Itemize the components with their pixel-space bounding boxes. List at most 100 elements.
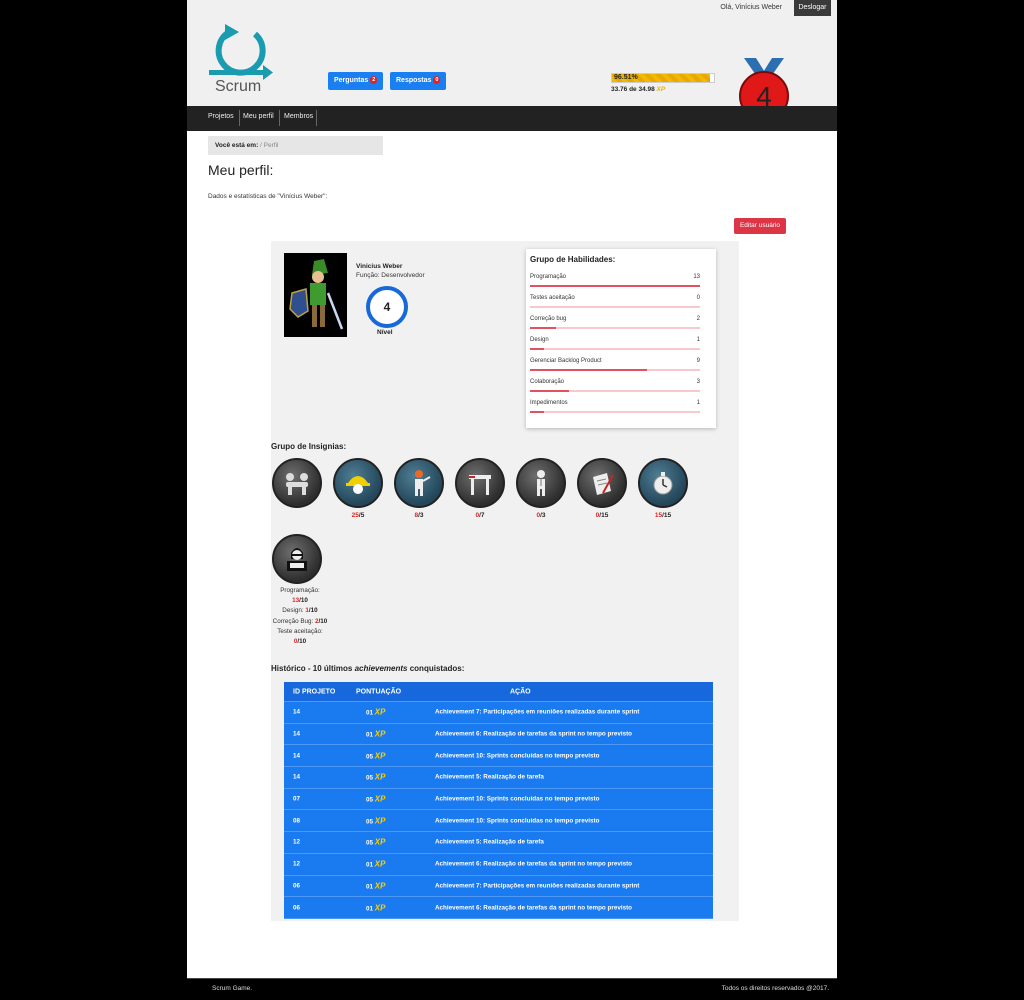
badge-count: 8/3 (414, 512, 424, 519)
xp-amount: 33.76 de 34.98 XP (611, 86, 666, 93)
table-row: 14 05 XP Achievement 5: Realização de tare… (284, 767, 713, 789)
skill-label: Correção bug (530, 316, 567, 322)
skill-value: 1 (696, 400, 700, 406)
skill-progress (530, 285, 700, 287)
nav-item-projetos[interactable]: Projetos (208, 113, 234, 120)
breadcrumb-current[interactable]: Perfil (264, 142, 279, 149)
hardhat-icon (346, 476, 370, 494)
xp-icon: XP (374, 707, 386, 717)
skills-title: Grupo de Habilidades: (530, 255, 616, 264)
xp-icon: XP (374, 881, 386, 891)
questions-button[interactable]: Perguntas 2 (328, 72, 384, 90)
badge-count: 0/7 (475, 512, 485, 519)
skill-label: Impedimentos (530, 400, 568, 406)
handshake-icon (286, 473, 308, 495)
main-nav: Projetos Meu perfil Membros (187, 106, 837, 131)
badge[interactable]: 25/5 (332, 457, 384, 519)
skill-label: Testes aceitação (530, 295, 575, 301)
footer-brand: Scrum Game. (212, 985, 253, 992)
avatar (284, 253, 347, 337)
footer: Scrum Game. Todos os direitos reservados… (187, 978, 837, 1000)
breadcrumb-separator: / (260, 142, 262, 149)
level-indicator: 4 (366, 286, 408, 328)
skill-label: Gerenciar Backlog Product (530, 358, 602, 364)
presenter-icon (415, 470, 431, 496)
xp-icon: XP (374, 859, 386, 869)
skill-progress (530, 306, 700, 308)
history-title: Histórico - 10 últimos achievements conq… (271, 664, 465, 673)
skill-label: Colaboração (530, 379, 565, 385)
skill-progress (530, 369, 700, 371)
hurdle-icon (469, 475, 491, 495)
skill-progress (530, 390, 700, 392)
table-row: 14 01 XP Achievement 6: Realização de tare… (284, 723, 713, 746)
xp-icon: XP (656, 86, 666, 93)
page: Olá, Vinícius Weber Deslogar Scrum Pergu… (187, 0, 837, 1000)
badge-count: 15/15 (654, 512, 672, 519)
xp-icon: XP (374, 729, 386, 739)
coder-icon (287, 548, 307, 571)
logout-button[interactable]: Deslogar (794, 0, 831, 16)
edit-user-button[interactable]: Editar usuário (734, 218, 786, 234)
xp-icon: XP (374, 903, 386, 913)
skill-progress (530, 327, 700, 329)
skill-row: Programação 13 (530, 274, 700, 294)
skill-value: 2 (696, 316, 700, 322)
xp-icon: XP (374, 837, 386, 847)
skill-progress (530, 411, 700, 413)
skill-label: Programação (530, 274, 567, 280)
xp-icon: XP (374, 794, 386, 804)
skill-row: Correção bug 2 (530, 316, 700, 336)
skill-value: 1 (696, 337, 700, 343)
skill-row: Gerenciar Backlog Product 9 (530, 358, 700, 378)
badge[interactable]: 0/3 (515, 457, 567, 519)
badge[interactable]: 15/15 (637, 457, 689, 519)
badge[interactable]: 0/15 (576, 457, 628, 519)
history-table: ID PROJETO PONTUAÇÃO AÇÃO 14 01 XP Achieve… (284, 682, 713, 919)
questions-label: Perguntas (334, 77, 369, 84)
contract-icon (593, 473, 614, 495)
profile-panel: Vinicius Weber Função: Desenvolvedor 4 N… (271, 241, 739, 921)
table-row: 14 05 XP Achievement 10: Sprints concluída… (284, 745, 713, 768)
page-title: Meu perfil: (208, 162, 274, 178)
column-header-id: ID PROJETO (293, 688, 336, 695)
breadcrumb: Você está em: / Perfil (208, 136, 383, 155)
table-row: 06 01 XP Achievement 6: Realização de tare… (284, 897, 713, 919)
badge[interactable]: 8/3 (393, 457, 445, 519)
skill-row: Impedimentos 1 (530, 400, 700, 420)
nav-divider (239, 110, 240, 126)
badges-title: Grupo de Insignias: (271, 442, 347, 451)
questions-count-badge: 2 (370, 76, 378, 85)
skill-row: Colaboração 3 (530, 379, 700, 399)
answers-button[interactable]: Respostas 0 (390, 72, 447, 90)
skill-row: Testes aceitação 0 (530, 295, 700, 315)
column-header-points: PONTUAÇÃO (356, 688, 402, 695)
answers-count-badge: 0 (433, 76, 441, 85)
user-role: Função: Desenvolvedor (356, 272, 425, 279)
nav-item-meu-perfil[interactable]: Meu perfil (243, 113, 274, 120)
table-row: 06 01 XP Achievement 7: Participações em r… (284, 875, 713, 898)
skill-row: Design 1 (530, 337, 700, 357)
nav-divider (279, 110, 280, 126)
page-subtitle: Dados e estatísticas de "Vinícius Weber"… (208, 193, 328, 200)
answers-label: Respostas (396, 77, 432, 84)
table-header: ID PROJETO PONTUAÇÃO AÇÃO (284, 682, 713, 702)
footer-copyright: Todos os direitos reservados @2017. (721, 985, 829, 992)
skill-value: 9 (696, 358, 700, 364)
xp-percent: 96.51% (614, 74, 638, 81)
level-label: Nível (377, 329, 393, 336)
badge[interactable] (271, 533, 323, 585)
badge[interactable]: 0/7 (454, 457, 506, 519)
businessman-icon (537, 470, 545, 496)
table-row: 12 05 XP Achievement 5: Realização de tare… (284, 832, 713, 854)
skill-value: 3 (696, 379, 700, 385)
nav-item-membros[interactable]: Membros (284, 113, 313, 120)
skills-card: Grupo de Habilidades: Programação 13 Tes… (526, 249, 716, 428)
stopwatch-icon (653, 472, 673, 495)
table-row: 12 01 XP Achievement 6: Realização de tare… (284, 853, 713, 876)
nav-divider (316, 110, 317, 126)
header: Olá, Vinícius Weber Deslogar Scrum Pergu… (187, 0, 837, 121)
badge[interactable] (271, 457, 323, 509)
xp-icon: XP (374, 772, 386, 782)
skill-progress (530, 348, 700, 350)
